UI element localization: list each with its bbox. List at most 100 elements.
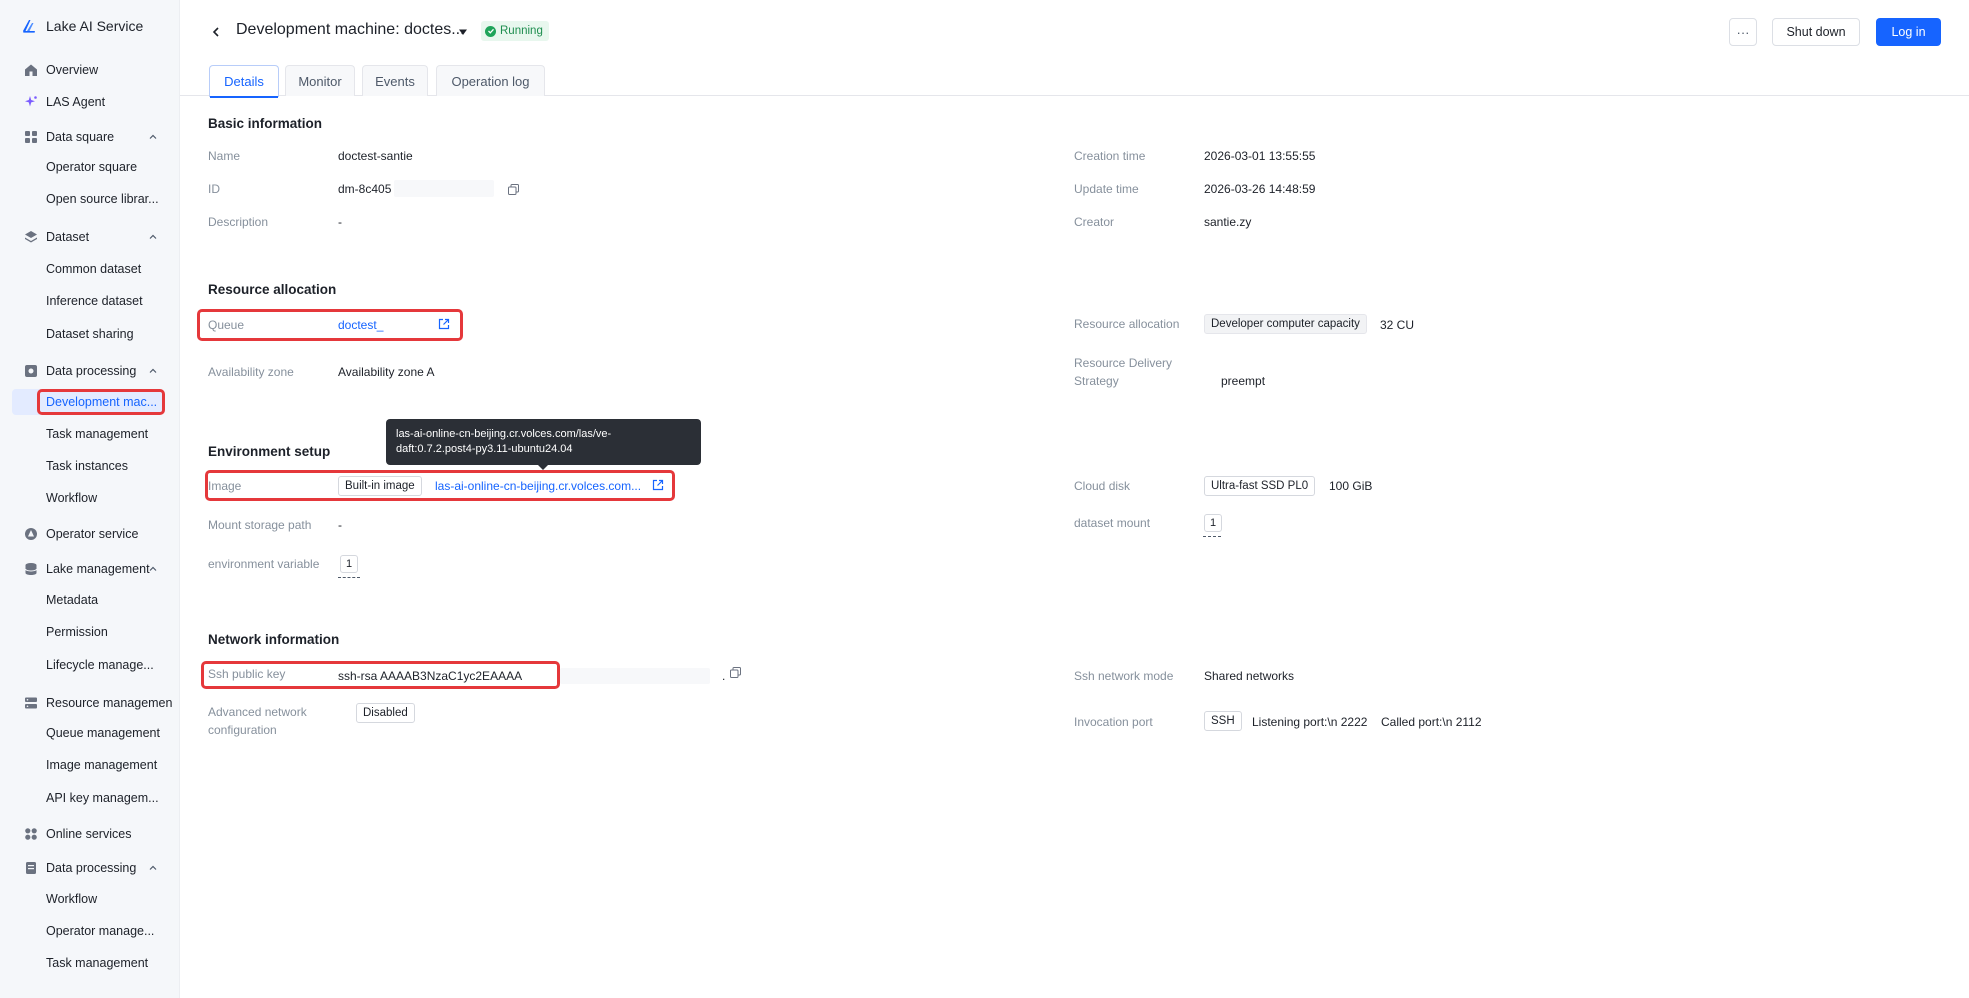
back-button[interactable] xyxy=(208,22,224,42)
dataset-mount-count[interactable]: 1 xyxy=(1204,514,1222,532)
sidebar-item-label: Overview xyxy=(46,63,99,77)
sidebar-item-operator-square[interactable]: Operator square xyxy=(46,154,170,180)
invocation-port-label: Invocation port xyxy=(1074,715,1153,729)
operator-icon xyxy=(24,527,38,541)
tab-details[interactable]: Details xyxy=(209,65,279,98)
sidebar-item-workflow[interactable]: Workflow xyxy=(46,485,170,511)
sidebar-item-task-management[interactable]: Task management xyxy=(46,421,170,447)
caret-down-icon[interactable] xyxy=(457,26,469,38)
chevron-up-icon[interactable] xyxy=(148,366,158,376)
sidebar-item-resource-management[interactable]: Resource managemen xyxy=(0,690,180,716)
status-text: Running xyxy=(500,25,543,37)
sparkle-icon xyxy=(24,95,38,109)
sidebar-item-data-processing-2[interactable]: Data processing xyxy=(0,855,180,881)
server-icon xyxy=(24,696,38,710)
availability-zone-label: Availability zone xyxy=(208,365,294,379)
sidebar-item-task-instances[interactable]: Task instances xyxy=(46,453,170,479)
chevron-up-icon[interactable] xyxy=(148,863,158,873)
creation-time-label: Creation time xyxy=(1074,149,1146,163)
sidebar-item-open-source-library[interactable]: Open source librar... xyxy=(46,186,170,212)
sidebar-item-development-machine[interactable]: Development mac... xyxy=(12,389,162,415)
sidebar-item-overview[interactable]: Overview xyxy=(0,57,180,83)
tooltip-line-1: las-ai-online-cn-beijing.cr.volces.com/l… xyxy=(396,428,612,440)
chevron-up-icon[interactable] xyxy=(148,564,158,574)
listening-port-value: Listening port:\n 2222 xyxy=(1252,715,1368,729)
brand[interactable]: Lake AI Service xyxy=(20,16,143,36)
sidebar-item-operator-management[interactable]: Operator manage... xyxy=(46,918,170,944)
ssh-port-tag: SSH xyxy=(1204,711,1242,731)
sidebar-item-label: Online services xyxy=(46,827,132,841)
tab-operation-log[interactable]: Operation log xyxy=(436,65,545,96)
redacted-mask xyxy=(394,180,494,197)
sidebar-item-label: LAS Agent xyxy=(46,95,106,109)
sidebar-item-dataset[interactable]: Dataset xyxy=(0,224,180,250)
sidebar-item-label: Dataset xyxy=(46,230,90,244)
sidebar-item-task-management-2[interactable]: Task management xyxy=(46,950,170,976)
redacted-mask xyxy=(560,668,710,684)
sidebar-item-data-processing[interactable]: Data processing xyxy=(0,358,180,384)
sidebar-item-online-services[interactable]: Online services xyxy=(0,821,180,847)
cloud-disk-label: Cloud disk xyxy=(1074,479,1131,493)
sidebar-item-image-management[interactable]: Image management xyxy=(46,752,170,778)
description-label: Description xyxy=(208,215,269,229)
lake-logo-icon xyxy=(23,20,35,33)
id-value: dm-8c405 xyxy=(338,182,392,196)
sidebar-item-queue-management[interactable]: Queue management xyxy=(46,720,170,746)
resource-allocation-label: Resource allocation xyxy=(1074,317,1180,331)
queue-link[interactable]: doctest_ xyxy=(338,318,383,332)
sidebar-item-lifecycle-management[interactable]: Lifecycle manage... xyxy=(46,652,170,678)
environment-setup-title: Environment setup xyxy=(208,444,331,459)
queue-label: Queue xyxy=(208,318,245,332)
external-link-icon[interactable] xyxy=(652,479,664,491)
tab-monitor[interactable]: Monitor xyxy=(285,65,355,96)
delivery-strategy-label-1: Resource Delivery xyxy=(1074,356,1173,370)
sidebar-item-lake-management[interactable]: Lake management xyxy=(0,556,180,582)
copy-icon[interactable] xyxy=(730,667,741,678)
image-tooltip: las-ai-online-cn-beijing.cr.volces.com/l… xyxy=(386,419,701,465)
sidebar-item-label: Lake management xyxy=(46,562,150,576)
sidebar-item-label: Operator service xyxy=(46,527,139,541)
external-link-icon[interactable] xyxy=(438,318,450,330)
creator-label: Creator xyxy=(1074,215,1115,229)
availability-zone-value: Availability zone A xyxy=(338,365,435,379)
sidebar-item-operator-service[interactable]: Operator service xyxy=(0,521,180,547)
copy-icon[interactable] xyxy=(508,184,519,195)
sidebar-item-permission[interactable]: Permission xyxy=(46,619,170,645)
chevron-up-icon[interactable] xyxy=(148,132,158,142)
image-link[interactable]: las-ai-online-cn-beijing.cr.volces.com..… xyxy=(435,479,641,493)
update-time-value: 2026-03-26 14:48:59 xyxy=(1204,182,1316,196)
capacity-tag: Developer computer capacity xyxy=(1204,314,1367,334)
sidebar-item-dataset-sharing[interactable]: Dataset sharing xyxy=(46,321,170,347)
more-button[interactable]: ··· xyxy=(1729,18,1757,46)
chevron-up-icon[interactable] xyxy=(148,232,158,242)
app-name: Lake AI Service xyxy=(46,18,144,34)
tooltip-line-2: daft:0.7.2.post4-py3.11-ubuntu24.04 xyxy=(396,443,573,455)
delivery-strategy-label-2: Strategy xyxy=(1074,374,1119,388)
sidebar-item-common-dataset[interactable]: Common dataset xyxy=(46,256,170,282)
layers-icon xyxy=(24,230,38,244)
sidebar-item-inference-dataset[interactable]: Inference dataset xyxy=(46,288,170,314)
sidebar-item-data-square[interactable]: Data square xyxy=(0,124,180,150)
sidebar-item-workflow-2[interactable]: Workflow xyxy=(46,886,170,912)
sidebar-item-metadata[interactable]: Metadata xyxy=(46,587,170,613)
home-icon xyxy=(24,63,38,77)
name-label: Name xyxy=(208,149,241,163)
tab-events[interactable]: Events xyxy=(362,65,428,96)
ssh-key-tail: . xyxy=(722,669,726,683)
description-value: - xyxy=(338,215,342,229)
document-icon xyxy=(24,861,38,875)
log-in-button[interactable]: Log in xyxy=(1876,18,1941,46)
dashed-underline xyxy=(1203,536,1221,537)
dataset-mount-label: dataset mount xyxy=(1074,516,1151,530)
sidebar-item-las-agent[interactable]: LAS Agent xyxy=(0,89,180,115)
creator-value: santie.zy xyxy=(1204,215,1252,229)
check-circle-icon xyxy=(485,25,496,37)
shut-down-button[interactable]: Shut down xyxy=(1772,18,1860,46)
grid-icon xyxy=(24,130,38,144)
sidebar-item-api-key-management[interactable]: API key managem... xyxy=(46,785,170,811)
page-title: Development machine: doctes... xyxy=(236,21,465,38)
mount-storage-path-label: Mount storage path xyxy=(208,518,312,532)
environment-variable-count[interactable]: 1 xyxy=(340,555,358,573)
network-information-title: Network information xyxy=(208,632,340,647)
environment-variable-label: environment variable xyxy=(208,557,320,571)
